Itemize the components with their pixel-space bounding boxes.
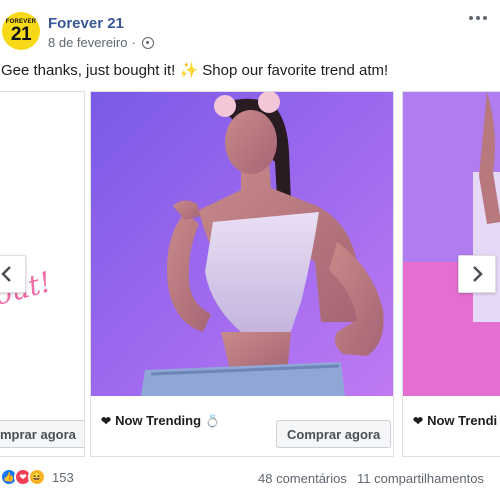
dot-separator: · — [131, 35, 136, 50]
post-header: FOREVER 21 Forever 21 8 de fevereiro · — [0, 0, 500, 60]
card-footer-previous: mprar agora — [0, 396, 84, 456]
card-title-text: Now Trending — [115, 413, 202, 428]
card-title-main: ❤ Now Trending 💍 — [101, 413, 220, 428]
more-options-icon[interactable] — [466, 10, 490, 26]
comments-count-link[interactable]: 48 comentários — [258, 471, 347, 486]
shop-now-button-main[interactable]: Comprar agora — [276, 420, 392, 448]
product-image-previous[interactable]: out! — [0, 92, 84, 396]
logo-number: 21 — [10, 24, 32, 45]
post-stats-bar: 👍 ❤ 😆 153 48 comentários 11 compartilham… — [0, 462, 500, 498]
product-carousel: out! mprar agora ❤ Now Trending 💍 Compra… — [0, 91, 500, 457]
reaction-count[interactable]: 153 — [52, 470, 74, 485]
heart-icon: ❤ — [413, 413, 424, 428]
product-image-next[interactable] — [403, 92, 500, 396]
shares-count-link[interactable]: 11 compartilhamentos — [357, 471, 484, 486]
chevron-right-icon — [473, 266, 483, 282]
globe-icon — [141, 36, 154, 49]
next-photo-illustration — [403, 92, 500, 396]
page-name-link[interactable]: Forever 21 — [48, 15, 124, 32]
post-timestamp[interactable]: 8 de fevereiro · — [48, 35, 154, 50]
product-image-main[interactable] — [91, 92, 393, 396]
card-footer-main: ❤ Now Trending 💍 Comprar agora — [91, 396, 393, 456]
card-title-text-next: Now Trendi — [427, 413, 498, 428]
carousel-prev-button[interactable] — [0, 255, 26, 293]
page-avatar[interactable]: FOREVER 21 — [2, 12, 40, 50]
reactions-summary[interactable]: 👍 ❤ 😆 153 — [0, 468, 74, 486]
carousel-next-button[interactable] — [458, 255, 496, 293]
chevron-left-icon — [1, 266, 11, 282]
model-photo-illustration — [91, 92, 393, 396]
ring-icon: 💍 — [205, 413, 220, 428]
post-date-text[interactable]: 8 de fevereiro — [48, 35, 128, 50]
card-footer-next: ❤ Now Trendi — [403, 396, 500, 456]
haha-reaction-icon: 😆 — [28, 468, 46, 486]
card-title-next: ❤ Now Trendi — [413, 413, 497, 428]
heart-icon: ❤ — [101, 413, 112, 428]
shop-now-button-previous[interactable]: mprar agora — [0, 420, 84, 448]
carousel-card-main[interactable]: ❤ Now Trending 💍 Comprar agora — [90, 91, 394, 457]
post-caption: Gee thanks, just bought it! ✨ Shop our f… — [1, 62, 389, 79]
